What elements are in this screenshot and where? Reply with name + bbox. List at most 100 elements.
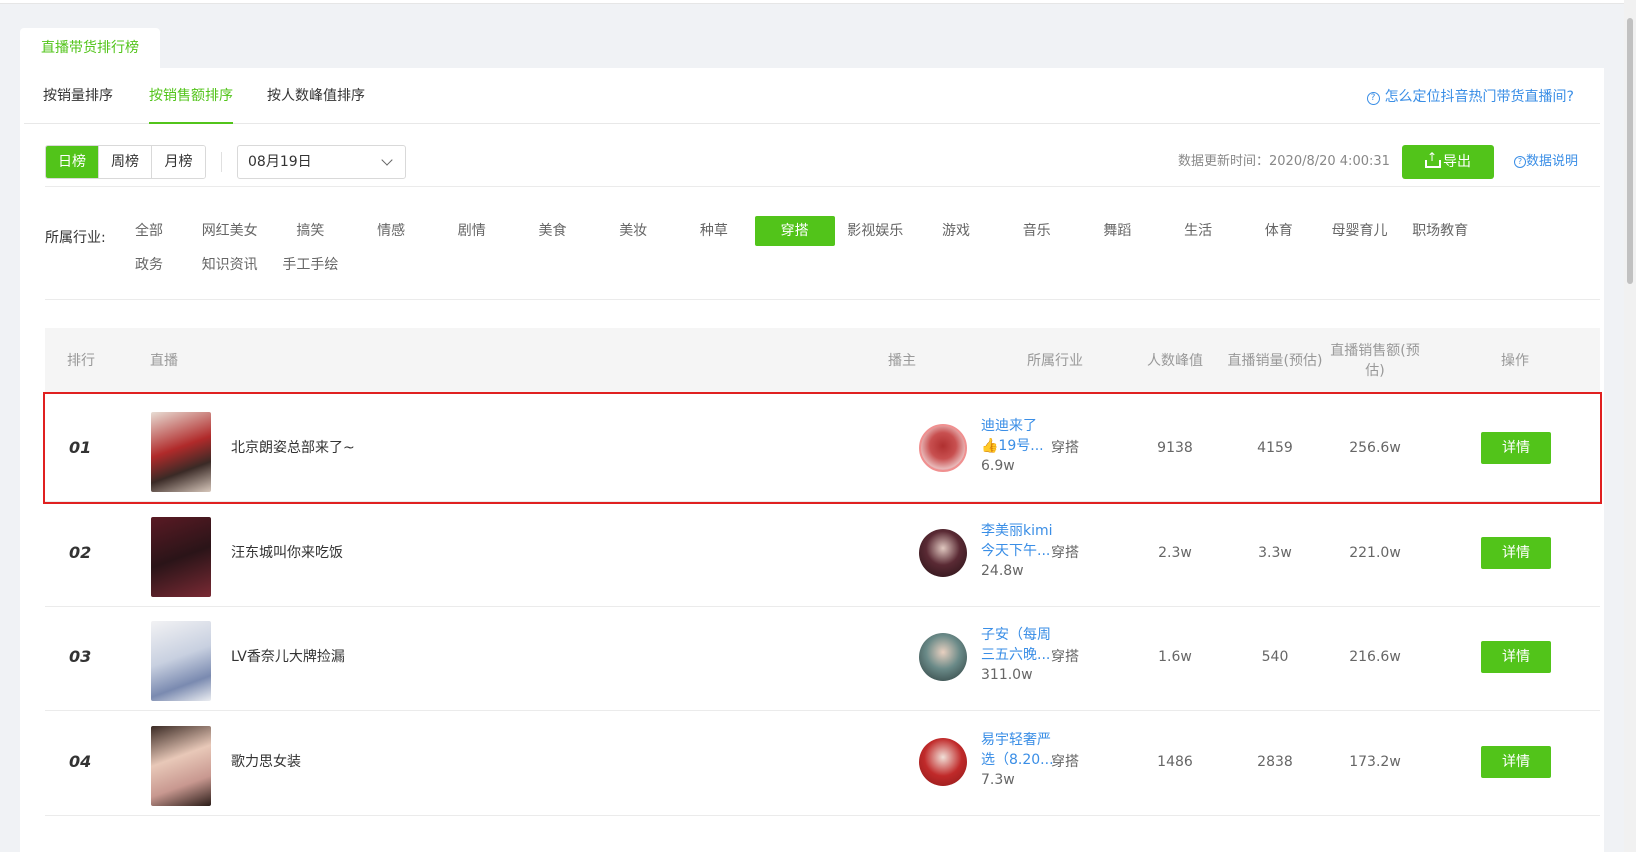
sales-amount-cell: 173.2w xyxy=(1349,753,1401,770)
host-avatar[interactable] xyxy=(919,424,967,472)
live-title[interactable]: 汪东城叫你来吃饭 xyxy=(231,499,343,607)
peak-cell: 1486 xyxy=(1157,753,1193,770)
question-circle-icon: ? xyxy=(1514,156,1526,168)
export-icon xyxy=(1425,150,1441,168)
industry-cell: 穿搭 xyxy=(1051,544,1079,561)
host-fans: 24.8w xyxy=(981,562,1024,579)
host-fans: 7.3w xyxy=(981,771,1015,788)
table-row[interactable]: 01 北京朗姿总部来了~ 迪迪来了 👍19号... 6.9w 穿搭 9138 4159 256.… xyxy=(43,392,1602,504)
industry-chip[interactable]: 母婴育儿 xyxy=(1320,216,1400,246)
sales-volume-cell: 2838 xyxy=(1257,753,1293,770)
detail-button[interactable]: 详情 xyxy=(1481,432,1551,464)
question-circle-icon: ? xyxy=(1366,92,1380,105)
industry-chip[interactable]: 职场教育 xyxy=(1400,216,1480,246)
detail-button[interactable]: 详情 xyxy=(1481,641,1551,673)
detail-button[interactable]: 详情 xyxy=(1481,536,1551,569)
live-title[interactable]: LV香奈儿大牌捡漏 xyxy=(231,603,345,711)
data-note-link[interactable]: ? 数据说明 xyxy=(1514,152,1578,172)
header-sales-volume: 直播销量(预估) xyxy=(1227,352,1323,369)
live-thumbnail[interactable] xyxy=(151,516,211,597)
help-link-text: 怎么定位抖音热门带货直播间? xyxy=(1384,89,1574,105)
industry-chip[interactable]: 剧情 xyxy=(432,216,512,246)
table-row[interactable]: 02 汪东城叫你来吃饭 李美丽kimi 今天下午... 24.8w 穿搭 2.3w 3.3w 2… xyxy=(45,499,1600,607)
date-select-value: 08月19日 xyxy=(248,154,312,170)
industry-chip[interactable]: 情感 xyxy=(351,216,431,246)
header-industry: 所属行业 xyxy=(1027,352,1083,369)
header-host: 播主 xyxy=(888,352,916,369)
top-bar xyxy=(0,0,1636,4)
industry-chip[interactable]: 网红美女 xyxy=(190,216,270,246)
table-row[interactable]: 03 LV香奈儿大牌捡漏 子安（每周 三五六晚... 311.0w 穿搭 1.6w 540 21… xyxy=(45,603,1600,711)
rank-number: 02 xyxy=(69,542,92,562)
date-select[interactable]: 08月19日 xyxy=(237,145,406,179)
period-daily-button[interactable]: 日榜 xyxy=(46,146,99,178)
main-panel: 按销量排序 按销售额排序 按人数峰值排序 ? 怎么定位抖音热门带货直播间? 日榜 … xyxy=(20,68,1604,852)
scrollbar[interactable] xyxy=(1624,0,1636,852)
host-avatar[interactable] xyxy=(919,737,967,786)
industry-chip[interactable]: 体育 xyxy=(1239,216,1319,246)
sales-volume-cell: 3.3w xyxy=(1258,544,1292,561)
industry-chip[interactable]: 音乐 xyxy=(997,216,1077,246)
sales-amount-cell: 216.6w xyxy=(1349,649,1401,665)
industry-chip[interactable]: 舞蹈 xyxy=(1077,216,1157,246)
live-thumbnail[interactable] xyxy=(151,725,211,806)
period-toggle: 日榜 周榜 月榜 xyxy=(45,145,206,179)
industry-chip[interactable]: 知识资讯 xyxy=(190,250,270,280)
period-weekly-button[interactable]: 周榜 xyxy=(99,146,152,178)
industry-chip[interactable]: 生活 xyxy=(1158,216,1238,246)
host-avatar[interactable] xyxy=(919,528,967,577)
tab-sort-by-peak[interactable]: 按人数峰值排序 xyxy=(267,68,365,124)
divider xyxy=(221,152,222,172)
industry-chip[interactable]: 穿搭 xyxy=(754,216,835,246)
live-title[interactable]: 歌力思女装 xyxy=(231,708,301,816)
industry-cell: 穿搭 xyxy=(1051,649,1079,665)
export-button[interactable]: 导出 xyxy=(1402,145,1494,179)
rank-number: 04 xyxy=(69,751,92,771)
header-rank: 排行 xyxy=(67,352,95,369)
sort-tabs: 按销量排序 按销售额排序 按人数峰值排序 ? 怎么定位抖音热门带货直播间? xyxy=(24,68,1600,124)
header-action: 操作 xyxy=(1501,352,1529,369)
page-tab-live-ranking[interactable]: 直播带货排行榜 xyxy=(20,28,160,68)
live-thumbnail[interactable] xyxy=(151,412,211,492)
scrollbar-thumb[interactable] xyxy=(1627,18,1633,284)
tab-sort-by-amount[interactable]: 按销售额排序 xyxy=(149,68,233,124)
industry-chip[interactable]: 搞笑 xyxy=(270,216,350,246)
host-avatar[interactable] xyxy=(919,633,967,681)
detail-button[interactable]: 详情 xyxy=(1481,745,1551,778)
industry-label: 所属行业: xyxy=(45,230,106,246)
divider xyxy=(45,186,1600,187)
period-monthly-button[interactable]: 月榜 xyxy=(152,146,205,178)
host-fans: 6.9w xyxy=(981,458,1015,474)
live-title[interactable]: 北京朗姿总部来了~ xyxy=(231,394,355,502)
data-note-text: 数据说明 xyxy=(1526,154,1579,169)
industry-chip[interactable]: 政务 xyxy=(109,250,189,280)
peak-cell: 2.3w xyxy=(1158,544,1192,561)
sales-volume-cell: 4159 xyxy=(1257,440,1293,456)
rank-number: 01 xyxy=(69,438,92,457)
live-thumbnail[interactable] xyxy=(151,621,211,701)
table-header: 排行 直播 播主 所属行业 人数峰值 直播销量(预估) 直播销售额(预估) 操作 xyxy=(45,328,1600,393)
header-live: 直播 xyxy=(150,352,178,369)
chevron-down-icon xyxy=(381,154,393,166)
help-link[interactable]: ? 怎么定位抖音热门带货直播间? xyxy=(1366,88,1574,106)
sales-amount-cell: 256.6w xyxy=(1349,440,1401,456)
header-sales-amount: 直播销售额(预估) xyxy=(1330,342,1420,379)
divider xyxy=(45,299,1600,300)
industry-chip[interactable]: 影视娱乐 xyxy=(835,216,915,246)
industry-chip[interactable]: 美妆 xyxy=(593,216,673,246)
sales-volume-cell: 540 xyxy=(1261,649,1289,665)
peak-cell: 1.6w xyxy=(1158,649,1192,665)
export-label: 导出 xyxy=(1443,154,1471,170)
header-peak: 人数峰值 xyxy=(1147,352,1203,369)
table-row[interactable]: 04 歌力思女装 易宇轻奢严 选（8.20... 7.3w 穿搭 1486 2838 173.2… xyxy=(45,708,1600,816)
host-fans: 311.0w xyxy=(981,667,1033,683)
peak-cell: 9138 xyxy=(1157,440,1193,456)
tab-sort-by-volume[interactable]: 按销量排序 xyxy=(43,68,113,124)
industry-chip[interactable]: 种草 xyxy=(674,216,754,246)
industry-chip[interactable]: 全部 xyxy=(109,216,189,246)
industry-chip[interactable]: 手工手绘 xyxy=(270,250,350,280)
industry-cell: 穿搭 xyxy=(1051,440,1079,456)
industry-chip[interactable]: 游戏 xyxy=(916,216,996,246)
industry-chip[interactable]: 美食 xyxy=(513,216,593,246)
industry-cell: 穿搭 xyxy=(1051,753,1079,770)
